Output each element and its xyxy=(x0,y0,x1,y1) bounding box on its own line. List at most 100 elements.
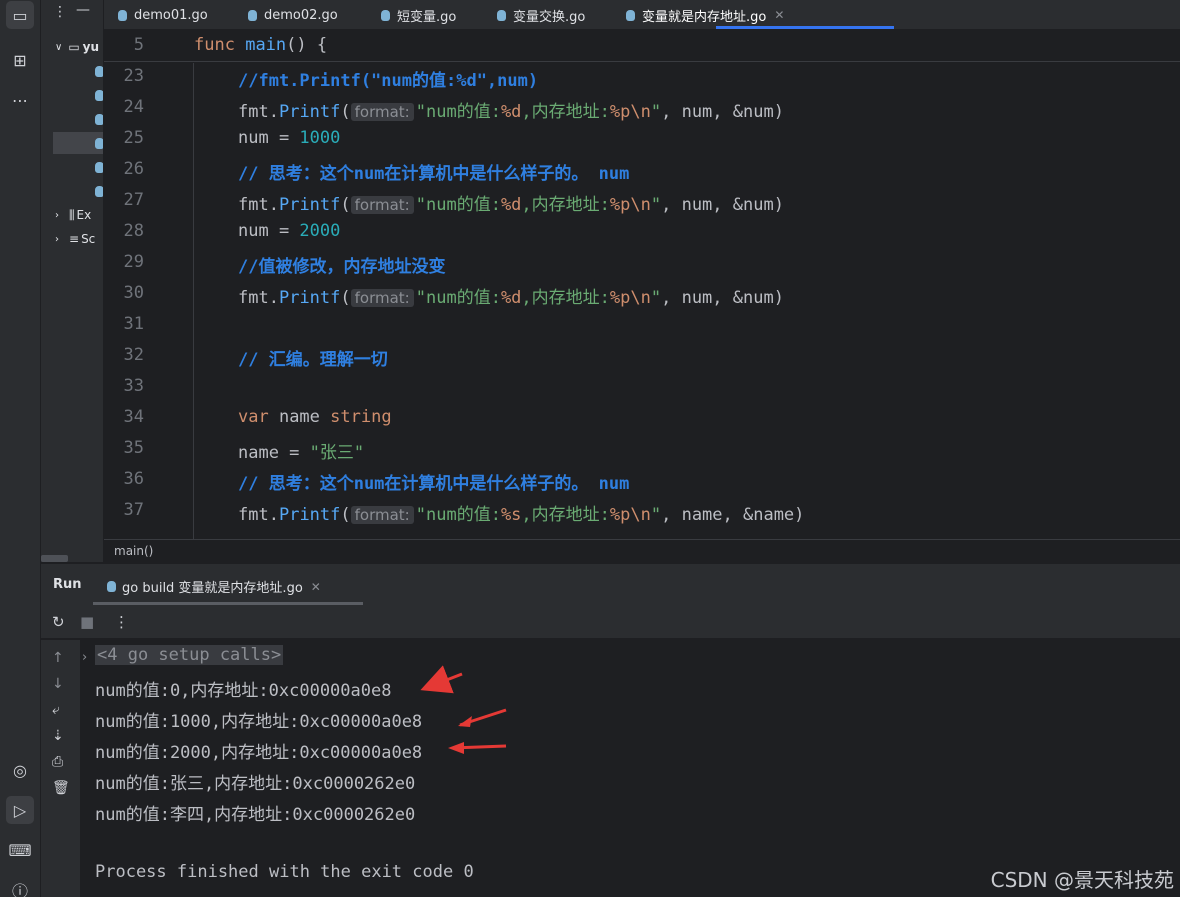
type-keyword: string xyxy=(330,407,392,427)
watermark: CSDN @景天科技苑 xyxy=(990,868,1174,892)
line-number: 31 xyxy=(123,314,144,334)
tab-label: 短变量.go xyxy=(397,9,457,25)
line-number: 34 xyxy=(123,407,144,427)
code-line-37: fmt.Printf(format: "num的值:%s,内存地址:%p\n", … xyxy=(238,505,805,525)
code-text: () { xyxy=(286,35,328,55)
arrow-down-icon[interactable]: ↓ xyxy=(52,676,64,692)
chevron-right-icon: › xyxy=(55,233,59,245)
line-number: 24 xyxy=(123,97,144,117)
string-literal: " xyxy=(650,102,662,122)
structure-icon[interactable]: ⊞ xyxy=(6,46,34,74)
run-config-tab[interactable]: go build 变量就是内存地址.go ✕ xyxy=(107,577,321,596)
go-file-icon xyxy=(95,161,103,173)
line-number: 26 xyxy=(123,159,144,179)
code-comment: // 思考：这个num在计算机中是什么样子的。 num xyxy=(238,164,630,184)
code-comment: // 思考：这个num在计算机中是什么样子的。 num xyxy=(238,474,630,494)
tab-short-var[interactable]: 短变量.go xyxy=(381,0,456,30)
tree-file-selected[interactable] xyxy=(53,132,103,154)
go-file-icon xyxy=(95,89,103,101)
string-literal: ,内存地址: xyxy=(521,505,610,525)
console-line: num的值:李四,内存地址:0xc0000262e0 xyxy=(95,805,416,825)
package-name: fmt xyxy=(238,195,269,215)
options-icon[interactable]: ⋮ xyxy=(53,4,67,20)
function-call: Printf xyxy=(278,288,341,308)
arrow-up-icon[interactable]: ↑ xyxy=(52,650,64,666)
string-literal: " xyxy=(650,195,662,215)
line-number: 37 xyxy=(123,500,144,520)
go-file-icon xyxy=(381,9,390,21)
horizontal-scrollbar[interactable] xyxy=(41,555,68,562)
string-literal: "num的值: xyxy=(415,195,501,215)
tab-var-swap[interactable]: 变量交换.go xyxy=(497,0,585,30)
tree-file[interactable] xyxy=(41,180,103,202)
options-icon[interactable]: ⋮ xyxy=(114,613,129,631)
folder-icon: ▭ xyxy=(68,40,80,54)
run-tool-icon[interactable]: ▷ xyxy=(6,796,34,824)
tab-demo01[interactable]: demo01.go xyxy=(118,0,208,30)
go-build-icon xyxy=(107,581,116,592)
breadcrumb[interactable]: main() xyxy=(104,539,1180,562)
stop-icon[interactable]: ■ xyxy=(80,613,94,631)
problems-icon[interactable]: ⓘ xyxy=(6,876,34,897)
number-literal: 2000 xyxy=(299,221,341,241)
string-literal: "num的值: xyxy=(415,505,501,525)
go-file-icon xyxy=(497,9,506,21)
print-icon[interactable]: ⎙ xyxy=(52,754,63,770)
scroll-to-end-icon[interactable]: ⇣ xyxy=(52,728,64,744)
string-literal: ,内存地址: xyxy=(521,102,610,122)
tree-external-libraries[interactable]: › ⫼ Ex xyxy=(41,204,103,226)
string-literal: "张三" xyxy=(309,443,365,463)
format-verb: %d xyxy=(500,288,522,308)
tree-scratches[interactable]: › ≡ Sc xyxy=(41,228,103,250)
terminal-icon[interactable]: ⌨ xyxy=(6,836,34,864)
code-comment: // 汇编。理解一切 xyxy=(238,350,388,370)
trash-icon[interactable]: 🗑 xyxy=(52,780,70,796)
tree-file[interactable] xyxy=(41,60,103,82)
code-line-27: fmt.Printf(format: "num的值:%d,内存地址:%p\n", … xyxy=(238,195,784,215)
format-verb: %p\n xyxy=(609,288,651,308)
format-verb: %s xyxy=(500,505,522,525)
tree-root[interactable]: ∨ ▭ yu xyxy=(41,36,103,58)
soft-wrap-icon[interactable]: ⤶ xyxy=(52,702,60,718)
code-text: , name, &name) xyxy=(661,505,805,525)
chevron-down-icon: ∨ xyxy=(55,41,63,53)
tree-file[interactable] xyxy=(41,108,103,130)
run-console[interactable]: › <4 go setup calls> num的值:0,内存地址:0xc000… xyxy=(80,640,1180,897)
rerun-icon[interactable]: ↻ xyxy=(52,613,65,631)
tree-file[interactable] xyxy=(41,84,103,106)
code-text: , num, &num) xyxy=(661,288,784,308)
keyword: func xyxy=(194,35,235,55)
package-name: fmt xyxy=(238,505,269,525)
console-line: num的值:张三,内存地址:0xc0000262e0 xyxy=(95,774,416,794)
services-icon[interactable]: ◎ xyxy=(6,756,34,784)
editor-tabs: demo01.go demo02.go 短变量.go 变量交换.go 变量就是内… xyxy=(104,0,1180,30)
string-literal: "num的值: xyxy=(415,288,501,308)
string-literal: ,内存地址: xyxy=(521,288,610,308)
code-text: , num, &num) xyxy=(661,102,784,122)
close-icon[interactable]: ✕ xyxy=(311,580,321,594)
code-editor[interactable]: 5 func main() { 23 24 25 26 27 28 29 30 … xyxy=(104,31,1180,539)
minimize-icon[interactable]: — xyxy=(76,2,90,18)
go-file-icon xyxy=(95,137,103,149)
chevron-right-icon: › xyxy=(55,209,59,221)
format-verb: %p\n xyxy=(609,195,651,215)
tree-file[interactable] xyxy=(41,156,103,178)
line-number: 35 xyxy=(123,438,144,458)
line-number: 36 xyxy=(123,469,144,489)
tree-scratches-label: Sc xyxy=(81,232,96,246)
go-file-icon xyxy=(95,113,103,125)
run-toolbar: ↻ ■ ⋮ xyxy=(41,605,1180,639)
tab-demo02[interactable]: demo02.go xyxy=(248,0,338,30)
code-comment: //值被修改，内存地址没变 xyxy=(238,257,446,277)
go-file-icon xyxy=(118,9,127,21)
tree-external-label: Ex xyxy=(76,208,92,222)
code-text: num = xyxy=(238,221,300,241)
close-icon[interactable]: ✕ xyxy=(774,8,784,22)
package-name: fmt xyxy=(238,288,269,308)
chevron-right-icon[interactable]: › xyxy=(82,650,87,665)
collapsed-setup-calls[interactable]: <4 go setup calls> xyxy=(95,645,284,665)
line-number: 5 xyxy=(133,35,144,55)
more-tools-icon[interactable]: ⋯ xyxy=(6,86,34,114)
project-folder-icon[interactable]: ▭ xyxy=(6,1,34,29)
indent-guide xyxy=(193,63,194,539)
